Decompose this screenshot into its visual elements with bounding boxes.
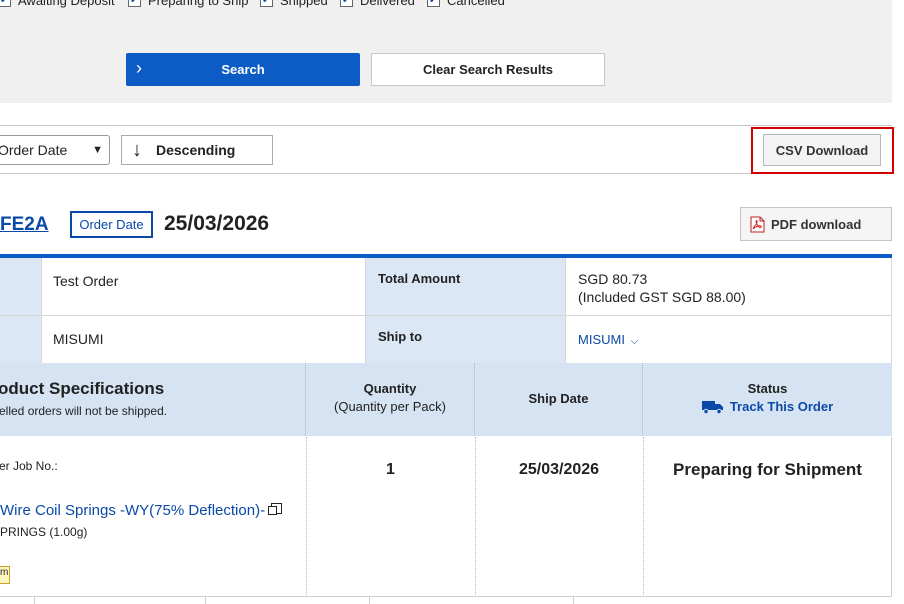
search-button-label: Search <box>221 62 265 77</box>
status-value: Preparing for Shipment <box>673 460 862 479</box>
checkbox-shipped[interactable]: ✔ Shipped <box>260 0 328 8</box>
product-spec-note: elled orders will not be shipped. <box>0 404 168 418</box>
pdf-download-button[interactable]: PDF download <box>740 207 892 241</box>
product-name: Wire Coil Springs -WY(75% Deflection)- <box>0 502 266 519</box>
external-link-icon <box>268 503 283 515</box>
checkbox-label: Shipped <box>280 0 328 8</box>
checkbox-label: Awaiting Deposit <box>18 0 115 8</box>
sort-order-toggle[interactable]: ↓ Descending <box>121 135 273 165</box>
truck-icon <box>701 400 724 414</box>
ship-date-value: 25/03/2026 <box>518 461 600 478</box>
product-name-link[interactable]: Wire Coil Springs -WY(75% Deflection)- <box>0 502 283 519</box>
total-amount-label: Total Amount <box>366 258 566 316</box>
clear-button-label: Clear Search Results <box>422 62 554 77</box>
info-header-cell <box>0 258 42 316</box>
product-subtext: PRINGS (1.00g) <box>0 525 88 539</box>
checkbox-awaiting-deposit[interactable]: ✔ Awaiting Deposit <box>0 0 115 8</box>
status-title: Status <box>747 381 788 396</box>
row-divider <box>34 597 35 604</box>
total-amount-value: SGD 80.73 (Included GST SGD 88.00) <box>566 258 892 316</box>
order-date-value: 25/03/2026 <box>164 212 270 235</box>
chevron-down-icon: ⌵ <box>630 336 639 347</box>
product-spec-header: oduct Specifications elled orders will n… <box>0 363 306 436</box>
checkbox-preparing-to-ship[interactable]: ✔ Preparing to Ship <box>128 0 248 8</box>
check-icon: ✔ <box>427 0 440 7</box>
check-icon: ✔ <box>260 0 273 7</box>
total-amount: SGD 80.73 <box>578 271 648 287</box>
row-divider <box>205 597 206 604</box>
product-spec-title: oduct Specifications <box>0 379 165 398</box>
info-header-cell <box>0 316 42 364</box>
quantity-value: 1 <box>386 461 395 478</box>
ship-to-label: Ship to <box>366 316 566 364</box>
product-tag: m <box>0 566 10 584</box>
csv-download-button[interactable]: CSV Download <box>763 134 881 166</box>
company-value: MISUMI <box>42 316 366 364</box>
ship-to-dropdown[interactable]: MISUMI ⌵ <box>566 316 892 364</box>
quantity-title: Quantity <box>363 381 417 396</box>
row-divider <box>369 597 370 604</box>
arrow-down-icon: ↓ <box>132 138 142 161</box>
table-bottom-border <box>0 596 892 597</box>
check-icon: ✔ <box>340 0 353 7</box>
order-number-link[interactable]: FE2A <box>0 214 49 236</box>
search-button[interactable]: › Search <box>126 53 360 86</box>
pdf-download-label: PDF download <box>771 216 862 232</box>
sort-field-value: Order Date <box>0 142 68 158</box>
checkbox-label: Cancelled <box>447 0 505 8</box>
chevron-right-icon: › <box>136 58 142 78</box>
sort-order-label: Descending <box>156 142 236 158</box>
order-name-value: Test Order <box>42 258 366 316</box>
status-header: Status Track This Order <box>643 363 892 436</box>
ship-to-value: MISUMI <box>578 332 625 347</box>
checkbox-delivered[interactable]: ✔ Delivered <box>340 0 415 8</box>
chevron-down-icon: ▼ <box>92 144 103 156</box>
clear-search-results-button[interactable]: Clear Search Results <box>371 53 605 86</box>
quantity-header: Quantity (Quantity per Pack) <box>306 363 475 436</box>
ship-date-header: Ship Date <box>475 363 643 436</box>
job-number-label: er Job No.: <box>0 459 58 473</box>
quantity-subtitle: (Quantity per Pack) <box>334 399 446 414</box>
checkbox-label: Preparing to Ship <box>148 0 249 8</box>
check-icon: ✔ <box>128 0 141 7</box>
sort-field-select[interactable]: Order Date ▼ <box>0 135 110 165</box>
order-date-badge: Order Date <box>70 211 153 238</box>
check-icon: ✔ <box>0 0 11 7</box>
product-table-header: oduct Specifications elled orders will n… <box>0 363 892 436</box>
row-divider <box>573 597 574 604</box>
pdf-icon <box>750 216 765 233</box>
search-panel: ✔ Awaiting Deposit ✔ Preparing to Ship ✔ Sh… <box>0 0 892 103</box>
csv-download-label: CSV Download <box>775 142 869 158</box>
checkbox-cancelled[interactable]: ✔ Cancelled <box>427 0 505 8</box>
track-order-link[interactable]: Track This Order <box>643 399 892 414</box>
checkbox-label: Delivered <box>360 0 415 8</box>
gst-note: (Included GST SGD 88.00) <box>578 289 746 305</box>
track-order-label: Track This Order <box>729 399 834 414</box>
